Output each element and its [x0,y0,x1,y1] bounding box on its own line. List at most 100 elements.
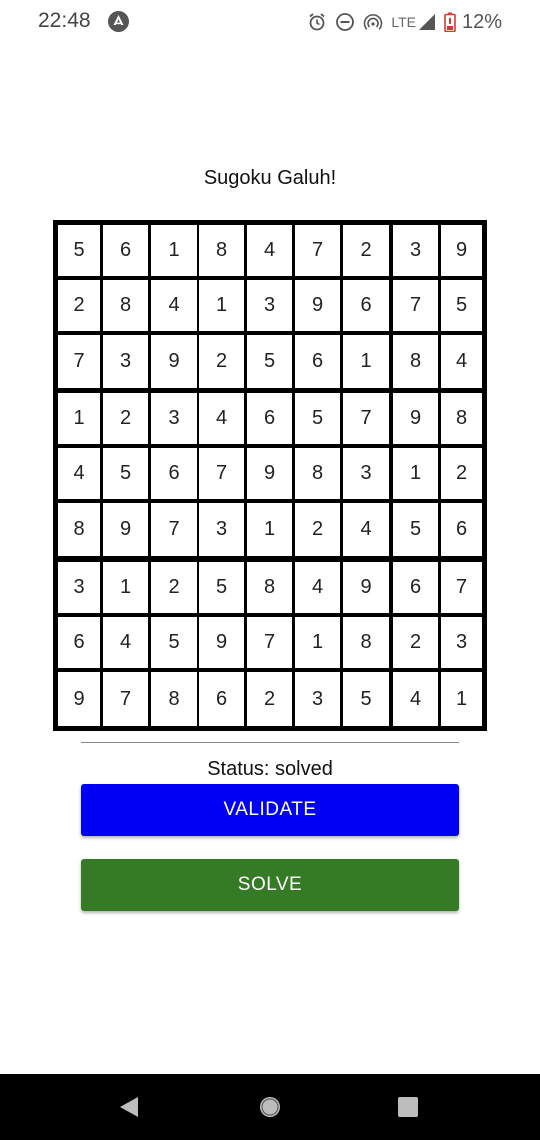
battery-icon [444,12,456,32]
sudoku-cell-r5c4[interactable]: 7 [199,448,244,499]
sudoku-cell-r6c7[interactable]: 4 [343,503,389,556]
sudoku-cell-r9c7[interactable]: 5 [343,672,389,726]
sudoku-cell-r5c7[interactable]: 3 [343,448,389,499]
sudoku-cell-r3c1[interactable]: 7 [58,335,100,388]
hotspot-icon [363,12,383,32]
sudoku-cell-r2c4[interactable]: 1 [199,280,244,331]
sudoku-cell-r6c3[interactable]: 7 [151,503,197,556]
sudoku-cell-r3c2[interactable]: 3 [103,335,148,388]
sudoku-cell-r8c7[interactable]: 8 [343,617,389,668]
sudoku-cell-r2c1[interactable]: 2 [58,280,100,331]
sudoku-cell-r2c3[interactable]: 4 [151,280,197,331]
sudoku-cell-r1c3[interactable]: 1 [151,225,197,276]
sudoku-cell-r7c9[interactable]: 7 [441,562,482,613]
app-screen: 22:48 LTE 12% Sugoku Galuh! 5 6 1 8 4 7 … [0,0,540,1140]
sudoku-cell-r3c6[interactable]: 6 [295,335,340,388]
sudoku-cell-r1c6[interactable]: 7 [295,225,340,276]
sudoku-cell-r1c1[interactable]: 5 [58,225,100,276]
status-text: Status: solved [207,758,333,780]
sudoku-cell-r7c1[interactable]: 3 [58,562,100,613]
sudoku-cell-r3c3[interactable]: 9 [151,335,197,388]
sudoku-cell-r7c5[interactable]: 8 [247,562,292,613]
sudoku-cell-r4c2[interactable]: 2 [103,393,148,444]
sudoku-cell-r6c6[interactable]: 2 [295,503,340,556]
sudoku-cell-r9c5[interactable]: 2 [247,672,292,726]
sudoku-cell-r9c4[interactable]: 6 [199,672,244,726]
sudoku-cell-r3c9[interactable]: 4 [441,335,482,388]
sudoku-cell-r7c3[interactable]: 2 [151,562,197,613]
sudoku-cell-r6c4[interactable]: 3 [199,503,244,556]
sudoku-cell-r5c1[interactable]: 4 [58,448,100,499]
sudoku-cell-r3c5[interactable]: 5 [247,335,292,388]
sudoku-cell-r3c4[interactable]: 2 [199,335,244,388]
status-time: 22:48 [38,9,91,32]
solve-button[interactable]: SOLVE [81,859,459,911]
sudoku-cell-r8c2[interactable]: 4 [103,617,148,668]
sudoku-cell-r8c8[interactable]: 2 [393,617,438,668]
do-not-disturb-icon [335,12,355,32]
sudoku-cell-r1c4[interactable]: 8 [199,225,244,276]
sudoku-cell-r7c4[interactable]: 5 [199,562,244,613]
sudoku-cell-r2c5[interactable]: 3 [247,280,292,331]
sudoku-cell-r1c8[interactable]: 3 [393,225,438,276]
sudoku-cell-r5c9[interactable]: 2 [441,448,482,499]
sudoku-cell-r8c3[interactable]: 5 [151,617,197,668]
sudoku-cell-r8c4[interactable]: 9 [199,617,244,668]
status-bar: 22:48 LTE 12% [0,0,540,44]
sudoku-cell-r6c1[interactable]: 8 [58,503,100,556]
sudoku-cell-r5c3[interactable]: 6 [151,448,197,499]
sudoku-cell-r7c7[interactable]: 9 [343,562,389,613]
sudoku-cell-r7c6[interactable]: 4 [295,562,340,613]
sudoku-cell-r2c2[interactable]: 8 [103,280,148,331]
sudoku-cell-r6c5[interactable]: 1 [247,503,292,556]
sudoku-cell-r4c8[interactable]: 9 [393,393,438,444]
sudoku-cell-r1c5[interactable]: 4 [247,225,292,276]
sudoku-cell-r1c7[interactable]: 2 [343,225,389,276]
sudoku-cell-r5c2[interactable]: 5 [103,448,148,499]
sudoku-cell-r6c2[interactable]: 9 [103,503,148,556]
navigation-bar [0,1074,540,1140]
sudoku-grid: 5618472392841396757392561841234657984567… [53,220,487,731]
sudoku-cell-r3c7[interactable]: 1 [343,335,389,388]
back-icon[interactable] [118,1096,140,1123]
sudoku-cell-r9c1[interactable]: 9 [58,672,100,726]
sudoku-cell-r4c6[interactable]: 5 [295,393,340,444]
sudoku-cell-r5c8[interactable]: 1 [393,448,438,499]
sudoku-cell-r8c6[interactable]: 1 [295,617,340,668]
sudoku-cell-r8c5[interactable]: 7 [247,617,292,668]
home-icon[interactable] [258,1095,282,1124]
signal-icon [418,13,436,31]
sudoku-cell-r2c8[interactable]: 7 [393,280,438,331]
divider [81,742,459,743]
sudoku-cell-r7c8[interactable]: 6 [393,562,438,613]
network-type: LTE [391,14,416,30]
sudoku-cell-r4c7[interactable]: 7 [343,393,389,444]
sudoku-cell-r1c9[interactable]: 9 [441,225,482,276]
status-icons: LTE 12% [299,9,502,35]
sudoku-cell-r9c9[interactable]: 1 [441,672,482,726]
sudoku-cell-r8c1[interactable]: 6 [58,617,100,668]
sudoku-cell-r8c9[interactable]: 3 [441,617,482,668]
sudoku-cell-r9c2[interactable]: 7 [103,672,148,726]
sudoku-cell-r2c9[interactable]: 5 [441,280,482,331]
sudoku-cell-r6c8[interactable]: 5 [393,503,438,556]
sudoku-cell-r1c2[interactable]: 6 [103,225,148,276]
sudoku-cell-r4c1[interactable]: 1 [58,393,100,444]
sudoku-cell-r4c5[interactable]: 6 [247,393,292,444]
sudoku-cell-r5c5[interactable]: 9 [247,448,292,499]
sudoku-cell-r2c7[interactable]: 6 [343,280,389,331]
sudoku-cell-r4c3[interactable]: 3 [151,393,197,444]
sudoku-cell-r4c9[interactable]: 8 [441,393,482,444]
sudoku-cell-r9c6[interactable]: 3 [295,672,340,726]
sudoku-cell-r9c3[interactable]: 8 [151,672,197,726]
sudoku-cell-r7c2[interactable]: 1 [103,562,148,613]
sudoku-cell-r6c9[interactable]: 6 [441,503,482,556]
sudoku-cell-r4c4[interactable]: 4 [199,393,244,444]
sudoku-cell-r9c8[interactable]: 4 [393,672,438,726]
sudoku-cell-r5c6[interactable]: 8 [295,448,340,499]
sudoku-cell-r3c8[interactable]: 8 [393,335,438,388]
app-title: Sugoku Galuh! [203,167,337,189]
validate-button[interactable]: VALIDATE [81,784,459,836]
recents-icon[interactable] [398,1097,418,1122]
sudoku-cell-r2c6[interactable]: 9 [295,280,340,331]
